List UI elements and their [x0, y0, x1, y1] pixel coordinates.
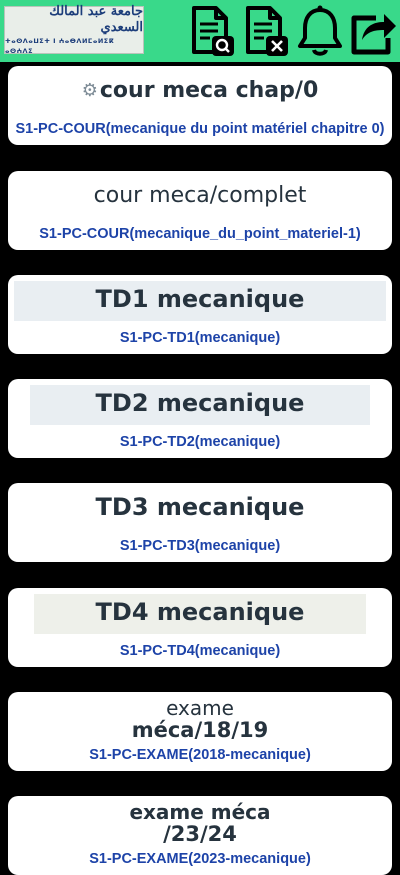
document-delete-icon[interactable]	[238, 2, 294, 60]
course-banner: TD3 mecanique	[8, 483, 392, 531]
course-banner: exame méca/18/19	[8, 696, 392, 744]
banner-text: TD2 mecanique	[95, 389, 305, 417]
course-banner: TD4 mecanique	[8, 588, 392, 636]
course-banner: TD2 mecanique	[8, 379, 392, 427]
banner-text-line1: exame méca	[129, 800, 271, 824]
gear-icon: ⚙	[81, 79, 98, 101]
course-label: S1-PC-TD4(mecanique)	[119, 643, 281, 659]
banner-text: TD3 mecanique	[95, 493, 305, 521]
course-card-td1[interactable]: TD1 mecanique S1-PC-TD1(mecanique)	[8, 275, 392, 354]
course-label: S1-PC-EXAME(2018-mecanique)	[89, 747, 311, 763]
course-label: S1-PC-TD3(mecanique)	[119, 538, 281, 554]
banner-text: TD4 mecanique	[95, 598, 305, 626]
course-label: S1-PC-TD2(mecanique)	[119, 434, 281, 450]
banner-text-line2: méca/18/19	[131, 718, 269, 742]
logo-arabic-text: جامعة عبد المالك السعدي	[49, 4, 143, 35]
course-label: S1-PC-EXAME(2023-mecanique)	[89, 851, 311, 867]
course-card-exam-2023[interactable]: exame méca /23/24 S1-PC-EXAME(2023-mecan…	[8, 796, 392, 875]
banner-text-line1: exame	[166, 696, 234, 720]
course-card-td4[interactable]: TD4 mecanique S1-PC-TD4(mecanique)	[8, 588, 392, 667]
app-header: جامعة عبد المالك السعدي ⵜⴰⵙⴷⴰⵡⵉⵜ ⵏ ⵄⴰⴱⴷⵍ…	[0, 0, 400, 62]
bell-icon[interactable]	[292, 2, 348, 60]
banner-text: cour meca/complet	[93, 182, 307, 208]
banner-text-line2: /23/24	[163, 822, 237, 846]
course-label: S1-PC-COUR(mecanique du point matériel c…	[15, 121, 385, 137]
course-card-cour-chap0[interactable]: ⚙ cour meca chap/0 S1-PC-COUR(mecanique …	[8, 66, 392, 145]
share-icon[interactable]	[344, 2, 400, 60]
course-card-td3[interactable]: TD3 mecanique S1-PC-TD3(mecanique)	[8, 483, 392, 562]
course-banner: TD1 mecanique	[8, 275, 392, 323]
course-card-td2[interactable]: TD2 mecanique S1-PC-TD2(mecanique)	[8, 379, 392, 458]
banner-text: TD1 mecanique	[95, 285, 305, 313]
course-label: S1-PC-TD1(mecanique)	[119, 330, 281, 346]
course-card-cour-complet[interactable]: cour meca/complet S1-PC-COUR(mecanique_d…	[8, 171, 392, 250]
course-label: S1-PC-COUR(mecanique_du_point_materiel-1…	[39, 226, 361, 242]
course-card-exam-2018[interactable]: exame méca/18/19 S1-PC-EXAME(2018-mecani…	[8, 692, 392, 771]
course-banner: ⚙ cour meca chap/0	[8, 66, 392, 114]
course-banner: cour meca/complet	[8, 171, 392, 219]
logo-tifinagh-text: ⵜⴰⵙⴷⴰⵡⵉⵜ ⵏ ⵄⴰⴱⴷⵍⵎⴰⵍⵉⴽ ⴰⵙⵄⴷⵉ	[5, 37, 115, 55]
university-logo: جامعة عبد المالك السعدي ⵜⴰⵙⴷⴰⵡⵉⵜ ⵏ ⵄⴰⴱⴷⵍ…	[4, 4, 144, 55]
course-banner: exame méca /23/24	[8, 800, 392, 848]
banner-text: cour meca chap/0	[99, 77, 319, 103]
document-search-icon[interactable]	[184, 2, 240, 60]
